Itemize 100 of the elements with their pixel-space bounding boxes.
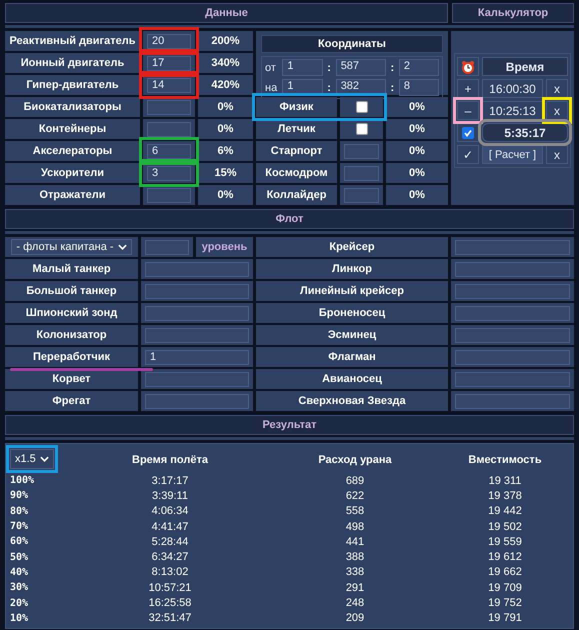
input-field[interactable] xyxy=(147,100,191,114)
table-cell-text: 16:25:58 xyxy=(148,597,192,610)
calculate-button[interactable]: [ Расчет ] xyxy=(482,145,543,164)
table-cell-text: 10:57:21 xyxy=(148,582,192,594)
coordinate-field[interactable]: 587 xyxy=(336,59,386,76)
input-field[interactable] xyxy=(145,240,189,254)
input-field[interactable] xyxy=(455,306,570,320)
input-field[interactable] xyxy=(344,188,379,202)
table-cell-text: 388 xyxy=(344,551,366,564)
section-header: Калькулятор xyxy=(452,3,574,23)
table-cell-text: 5:28:44 xyxy=(150,536,190,548)
percent-value: 0% xyxy=(198,97,253,117)
input-field[interactable] xyxy=(145,306,249,320)
input-field[interactable] xyxy=(455,262,570,276)
table-cell-text: 60% xyxy=(10,536,30,548)
ship-label: Переработчик xyxy=(5,347,138,367)
table-cell-text: 10% xyxy=(10,612,30,624)
input-field[interactable] xyxy=(145,328,249,342)
time-field[interactable]: 16:00:30 xyxy=(482,79,543,98)
table-cell-text: 291 xyxy=(344,582,366,594)
adjust-button[interactable]: – xyxy=(457,101,479,120)
row-label: Летчик xyxy=(256,119,337,139)
column-header: Время полёта xyxy=(131,454,209,466)
input-field[interactable] xyxy=(455,240,570,254)
section-header: Результат xyxy=(5,415,574,435)
percent-value: 340% xyxy=(198,53,253,73)
row-label: Физик xyxy=(256,97,337,117)
clear-button[interactable]: x xyxy=(546,145,568,164)
input-field[interactable] xyxy=(455,284,570,298)
coordinate-field[interactable]: 1 xyxy=(282,59,322,76)
input-field[interactable] xyxy=(145,284,249,298)
clear-button[interactable]: x xyxy=(546,79,568,98)
ship-label: Фрегат xyxy=(5,391,138,411)
checkbox[interactable] xyxy=(462,126,474,138)
input-field[interactable]: 6 xyxy=(147,144,191,158)
input-field[interactable]: 14 xyxy=(147,78,191,92)
fleet-select[interactable]: - флоты капитана - xyxy=(11,239,132,255)
coordinates-header: Координаты xyxy=(261,35,443,53)
table-cell-text: 19 752 xyxy=(487,597,523,610)
row-label: Ионный двигатель xyxy=(5,53,140,73)
percent-value: 0% xyxy=(198,185,253,205)
percent-value: 6% xyxy=(198,141,253,161)
alarm-clock-icon[interactable] xyxy=(457,57,479,76)
coordinate-field[interactable]: 8 xyxy=(398,79,439,96)
input-field[interactable]: 17 xyxy=(147,56,191,70)
input-field[interactable] xyxy=(145,262,249,276)
speed-select[interactable]: x1.5 xyxy=(10,449,54,469)
coordinate-field[interactable]: 2 xyxy=(398,59,439,76)
checkbox[interactable] xyxy=(356,101,368,113)
separator: : xyxy=(326,82,332,94)
input-field[interactable] xyxy=(455,350,570,364)
adjust-button[interactable]: + xyxy=(457,79,479,98)
row-label: Акселераторы xyxy=(5,141,140,161)
table-cell-text: 248 xyxy=(344,597,366,610)
confirm-button[interactable]: ✓ xyxy=(457,145,479,164)
ship-label: Шпионский зонд xyxy=(5,303,138,323)
table-cell-text: 558 xyxy=(344,505,366,518)
row-label: Коллайдер xyxy=(256,185,337,205)
input-field[interactable]: 3 xyxy=(147,166,191,180)
ship-label: Большой танкер xyxy=(5,281,138,301)
table-cell-text: 90% xyxy=(10,490,30,502)
table-cell-text: 20% xyxy=(10,598,30,609)
clear-button[interactable]: x xyxy=(546,101,568,120)
input-field[interactable] xyxy=(147,122,191,136)
row-label: Космодром xyxy=(256,163,337,183)
time-field[interactable]: 10:25:13 xyxy=(482,101,543,120)
input-field[interactable]: 20 xyxy=(147,34,191,48)
separator: : xyxy=(389,82,396,94)
ship-label: Колонизатор xyxy=(5,325,138,345)
table-cell-text: 19 559 xyxy=(487,536,523,548)
ship-label: Малый танкер xyxy=(5,259,138,279)
input-field[interactable] xyxy=(344,166,379,180)
ship-label: Сверхновая Звезда xyxy=(256,391,448,411)
input-field[interactable]: 1 xyxy=(145,350,249,364)
table-cell-text: 32:51:47 xyxy=(148,612,192,624)
input-field[interactable] xyxy=(344,144,379,158)
table-cell-text: 3:39:11 xyxy=(151,490,189,502)
table-cell-text: 8:13:02 xyxy=(150,566,190,578)
input-field[interactable] xyxy=(145,372,249,386)
percent-value: 0% xyxy=(386,163,448,183)
level-label: уровень xyxy=(196,237,253,257)
table-cell-text: 19 709 xyxy=(487,582,523,594)
table-cell-text: 338 xyxy=(344,566,366,578)
input-field[interactable] xyxy=(147,188,191,202)
chevron-icon xyxy=(40,456,49,462)
table-cell-text: 4:41:47 xyxy=(150,520,190,533)
table-cell-text: 6:34:27 xyxy=(150,551,190,564)
percent-value: 0% xyxy=(386,141,448,161)
input-field[interactable] xyxy=(455,394,570,408)
table-cell-text: 19 662 xyxy=(487,566,523,578)
ship-label: Линейный крейсер xyxy=(256,281,448,301)
input-field[interactable] xyxy=(455,328,570,342)
input-field[interactable] xyxy=(455,372,570,386)
input-field[interactable] xyxy=(145,394,249,408)
table-cell-text: 4:06:34 xyxy=(150,505,190,518)
table-cell-text: 19 502 xyxy=(487,520,523,533)
table-cell-text: 40% xyxy=(10,566,30,578)
percent-value: 200% xyxy=(198,31,253,51)
checkbox[interactable] xyxy=(356,123,368,135)
time-header: Время xyxy=(482,57,568,76)
